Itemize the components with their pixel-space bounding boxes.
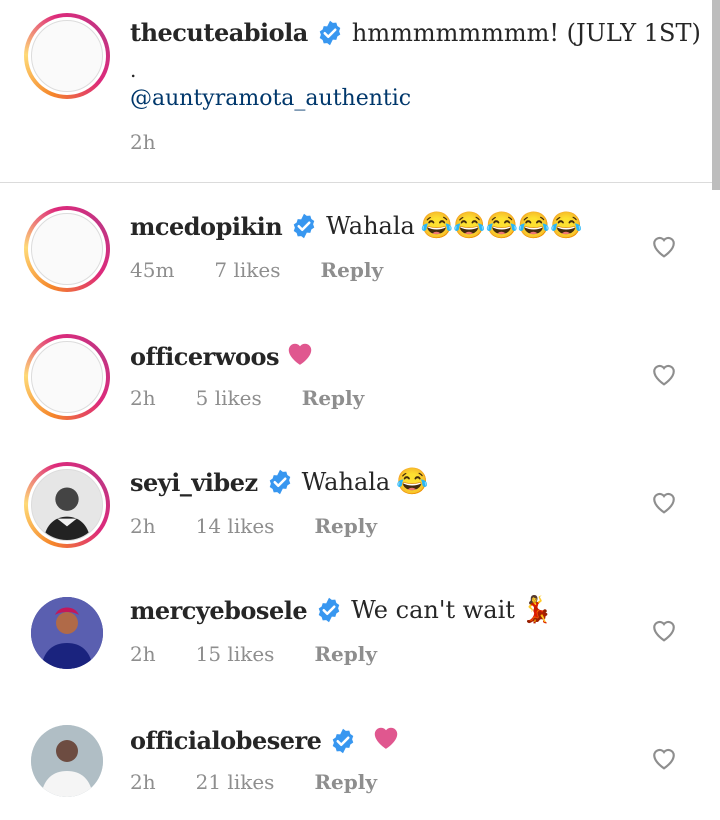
verified-badge-icon: [290, 212, 318, 240]
comment-username[interactable]: seyi_vibez: [130, 468, 258, 497]
comment-likes[interactable]: 21 likes: [196, 770, 275, 794]
comment-time: 2h: [130, 642, 156, 666]
like-heart-icon[interactable]: [651, 234, 677, 258]
verified-badge-icon: [316, 19, 344, 47]
avatar-photo: [31, 725, 103, 797]
commenter-avatar[interactable]: [24, 334, 110, 420]
like-heart-icon[interactable]: [651, 362, 677, 386]
comment-likes[interactable]: 5 likes: [196, 386, 262, 410]
avatar-photo: [31, 597, 103, 669]
verified-badge-icon: [315, 596, 343, 624]
comment-text: Wahala: [326, 212, 415, 240]
verified-badge-icon: [266, 468, 294, 496]
pink-heart-emoji-icon: [371, 723, 401, 758]
scrollbar[interactable]: [712, 0, 720, 190]
reply-button[interactable]: Reply: [314, 770, 377, 794]
reply-button[interactable]: Reply: [314, 642, 377, 666]
comment-time: 45m: [130, 258, 175, 282]
avatar-placeholder: [31, 341, 103, 413]
reply-button[interactable]: Reply: [321, 258, 384, 282]
comment-text: We can't wait: [351, 596, 515, 624]
comment-likes[interactable]: 15 likes: [196, 642, 275, 666]
comment-likes[interactable]: 7 likes: [214, 258, 280, 282]
caption-avatar[interactable]: [24, 13, 110, 99]
pink-heart-emoji-icon: [285, 339, 315, 374]
commenter-avatar[interactable]: [24, 206, 110, 292]
commenter-avatar[interactable]: [28, 594, 106, 672]
caption-dot: .: [130, 58, 137, 82]
commenter-avatar[interactable]: [28, 722, 106, 800]
like-heart-icon[interactable]: [651, 746, 677, 770]
reply-button[interactable]: Reply: [314, 514, 377, 538]
verified-badge-icon: [329, 727, 357, 755]
avatar-placeholder: [31, 213, 103, 285]
comment-time: 2h: [130, 770, 156, 794]
laughing-emoji-icon: 😂😂😂😂😂: [420, 211, 583, 241]
commenter-avatar[interactable]: [24, 462, 110, 548]
caption-username[interactable]: thecuteabiola: [130, 18, 308, 47]
comment-time: 2h: [130, 514, 156, 538]
comment-likes[interactable]: 14 likes: [196, 514, 275, 538]
like-heart-icon[interactable]: [651, 618, 677, 642]
comment-username[interactable]: officialobesere: [130, 726, 322, 755]
caption-text: hmmmmmmmm! (JULY 1ST): [351, 18, 701, 47]
caption-mention-link[interactable]: @auntyramota_authentic: [130, 86, 411, 111]
caption-time: 2h: [130, 130, 156, 154]
like-heart-icon[interactable]: [651, 490, 677, 514]
divider: [0, 182, 712, 183]
comment-username[interactable]: officerwoos: [130, 342, 280, 371]
comment-text: Wahala: [301, 468, 391, 496]
dancer-emoji-icon: 💃: [520, 595, 554, 625]
avatar-placeholder: [31, 20, 103, 92]
comment-username[interactable]: mercyebosele: [130, 596, 308, 625]
avatar-photo: [31, 469, 103, 541]
post-caption: thecuteabiola hmmmmmmmm! (JULY 1ST) . @a…: [0, 0, 712, 182]
laughing-emoji-icon: 😂: [396, 467, 429, 497]
reply-button[interactable]: Reply: [302, 386, 365, 410]
comment-time: 2h: [130, 386, 156, 410]
comment-username[interactable]: mcedopikin: [130, 212, 283, 241]
